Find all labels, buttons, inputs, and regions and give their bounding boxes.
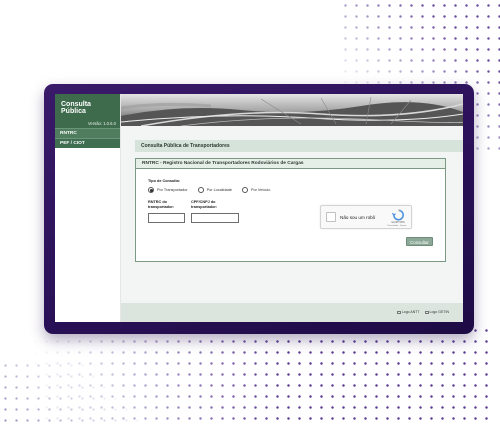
radio-label: Por Transportador (157, 188, 188, 192)
app-version: Versão: 1.0.6.0 (87, 121, 116, 126)
logo-antt: Logo ANTT (396, 310, 420, 314)
radio-por-transportador[interactable]: Por Transportador (148, 187, 188, 193)
sidebar: Consulta Pública Versão: 1.0.6.0 RNTRC P… (55, 94, 121, 322)
broken-image-icon (424, 310, 429, 314)
device-frame: Consulta Pública Versão: 1.0.6.0 RNTRC P… (44, 84, 474, 334)
consultar-button[interactable]: Consultar (406, 237, 433, 246)
recaptcha-checkbox[interactable] (326, 212, 336, 222)
decorative-dots-bottom-left (0, 360, 160, 424)
radio-por-veiculo[interactable]: Por Veículo (241, 187, 271, 193)
radio-unchecked-icon (197, 187, 204, 193)
brand-block: Consulta Pública Versão: 1.0.6.0 (55, 94, 120, 128)
sidebar-item-pef-ciot[interactable]: PEF / CIOT (55, 138, 120, 148)
query-type-label: Tipo de Consulta: (148, 179, 180, 183)
cpf-cnpj-input[interactable] (191, 213, 239, 223)
page-title: Consulta Pública de Transportadores (135, 140, 463, 152)
highway-photo-image (121, 94, 463, 126)
radio-checked-icon (148, 187, 154, 193)
broken-image-icon (396, 310, 401, 314)
query-type-radio-group: Por Transportador Por Localidade Por Veí… (148, 187, 270, 193)
panel-title: RNTRC - Registro Nacional de Transportad… (136, 159, 445, 169)
footer: Logo ANTT Logo GETIN (121, 303, 463, 322)
recaptcha-logo-icon (391, 209, 404, 221)
radio-label: Por Veículo (250, 188, 271, 192)
header-banner-image (121, 94, 463, 126)
recaptcha-widget: Não sou um robô reCAPTCHA Privacidade - … (320, 205, 412, 229)
app-screen: Consulta Pública Versão: 1.0.6.0 RNTRC P… (55, 94, 463, 322)
cpf-cnpj-label: CPF/CNPJ do transportador: (191, 200, 218, 209)
logo-getin: Logo GETIN (424, 310, 449, 314)
rntrc-input[interactable] (148, 213, 185, 223)
app-title: Consulta Pública (61, 101, 91, 115)
radio-label: Por Localidade (206, 188, 232, 192)
footer-logos: Logo ANTT Logo GETIN (396, 310, 449, 314)
sidebar-item-rntrc[interactable]: RNTRC (55, 128, 120, 138)
recaptcha-label: Não sou um robô (340, 214, 376, 220)
rntrc-label: RNTRC do transportador: (148, 200, 175, 209)
recaptcha-links[interactable]: Privacidade - Termos (385, 225, 409, 227)
radio-por-localidade[interactable]: Por Localidade (197, 187, 232, 193)
main-content: Consulta Pública de Transportadores RNTR… (121, 126, 463, 322)
radio-unchecked-icon (241, 187, 248, 193)
query-panel: RNTRC - Registro Nacional de Transportad… (135, 158, 446, 262)
